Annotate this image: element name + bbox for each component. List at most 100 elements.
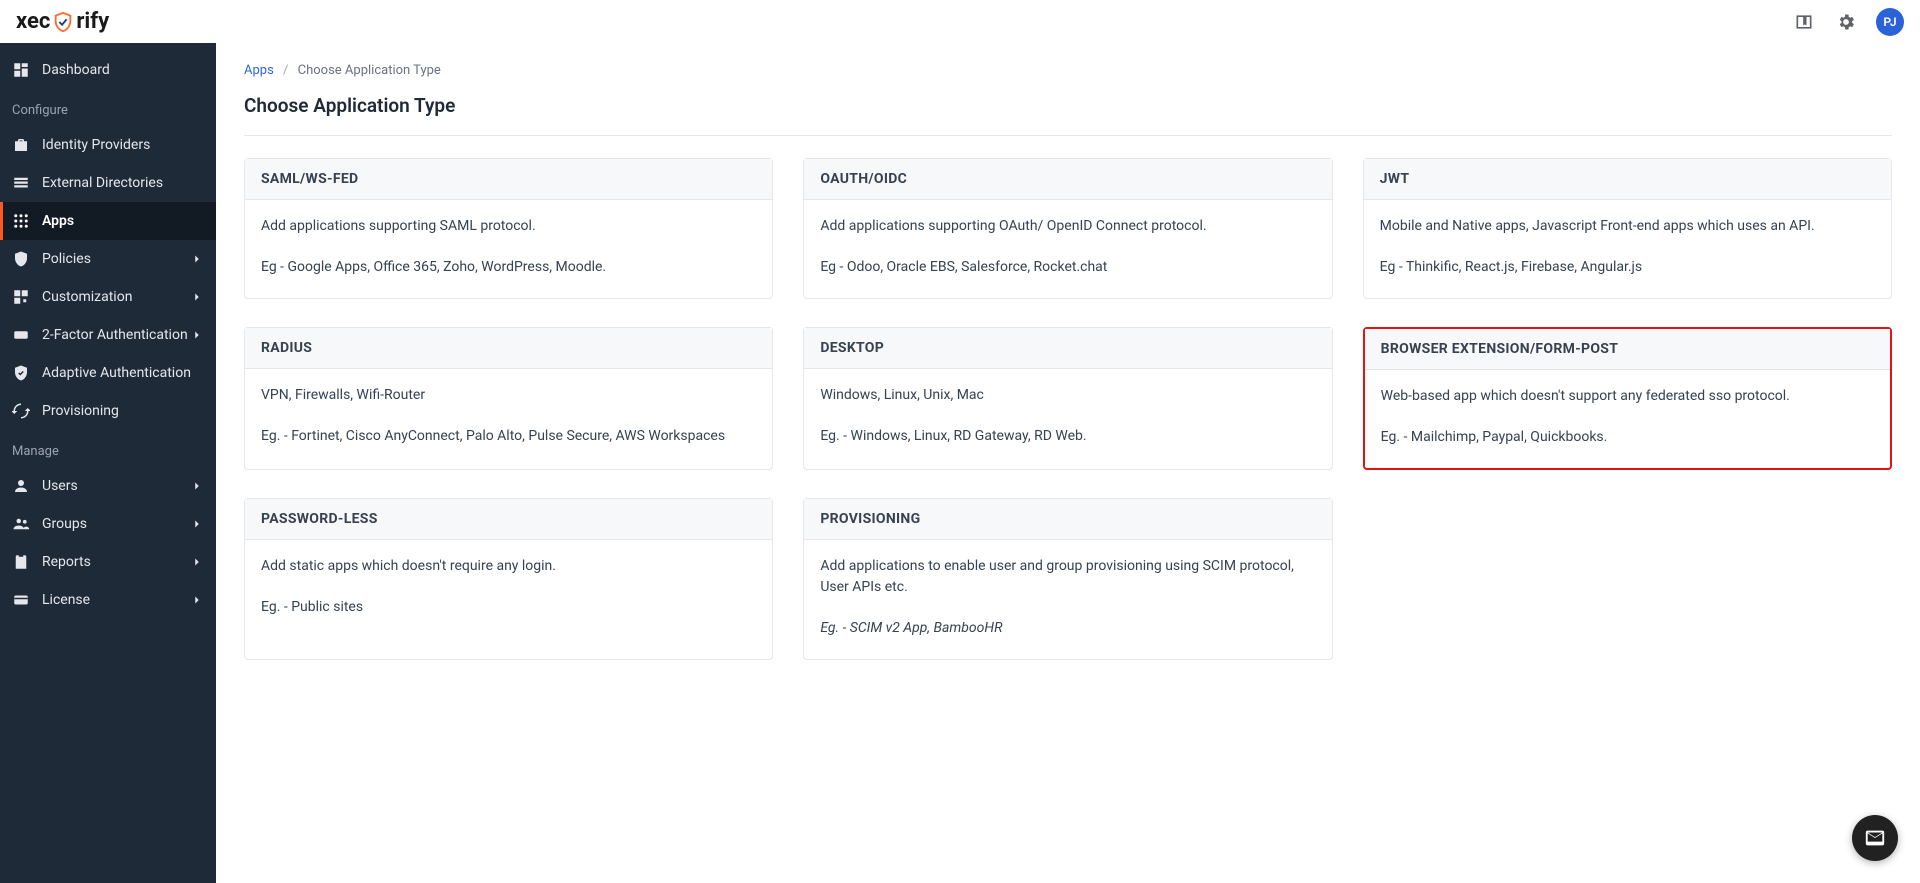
chat-fab[interactable] — [1852, 815, 1898, 861]
sidebar-item-policies[interactable]: Policies — [0, 240, 216, 278]
nav-label: Groups — [42, 516, 87, 532]
card-title: PASSWORD-LESS — [245, 499, 772, 540]
sidebar-item-license[interactable]: License — [0, 581, 216, 619]
page-divider — [244, 135, 1892, 136]
avatar-initials: PJ — [1883, 15, 1896, 29]
chevron-right-icon — [190, 593, 204, 607]
shield-check-icon — [12, 364, 30, 382]
card-desc: Web-based app which doesn't support any … — [1381, 386, 1874, 407]
brand-logo[interactable]: xec rify — [16, 9, 109, 34]
users-icon — [12, 515, 30, 533]
card-title: JWT — [1364, 159, 1891, 200]
card-oauth[interactable]: OAUTH/OIDC Add applications supporting O… — [803, 158, 1332, 299]
card-title: DESKTOP — [804, 328, 1331, 369]
sidebar-item-adaptive-auth[interactable]: Adaptive Authentication — [0, 354, 216, 392]
card-title: OAUTH/OIDC — [804, 159, 1331, 200]
chevron-right-icon — [190, 290, 204, 304]
breadcrumb-link-apps[interactable]: Apps — [244, 63, 274, 78]
sidebar-item-dashboard[interactable]: Dashboard — [0, 51, 216, 89]
card-desc: Add applications to enable user and grou… — [820, 556, 1315, 598]
shield-icon — [12, 250, 30, 268]
customize-icon — [12, 288, 30, 306]
card-title: SAML/WS-FED — [245, 159, 772, 200]
user-avatar[interactable]: PJ — [1876, 8, 1904, 36]
sync-icon — [12, 402, 30, 420]
nav-label: 2-Factor Authentication — [42, 327, 188, 343]
page-title: Choose Application Type — [244, 94, 1892, 117]
card-example: Eg. - Windows, Linux, RD Gateway, RD Web… — [820, 426, 1315, 447]
chevron-right-icon — [190, 252, 204, 266]
nav-label: Policies — [42, 251, 91, 267]
card-example: Eg. - SCIM v2 App, BambooHR — [820, 618, 1315, 639]
card-saml[interactable]: SAML/WS-FED Add applications supporting … — [244, 158, 773, 299]
list-icon — [12, 174, 30, 192]
card-desc: VPN, Firewalls, Wifi-Router — [261, 385, 756, 406]
brand-right: rify — [76, 9, 109, 34]
chevron-right-icon — [190, 328, 204, 342]
card-example: Eg - Thinkific, React.js, Firebase, Angu… — [1380, 257, 1875, 278]
card-desc: Mobile and Native apps, Javascript Front… — [1380, 216, 1875, 237]
gear-icon[interactable] — [1834, 10, 1858, 34]
card-jwt[interactable]: JWT Mobile and Native apps, Javascript F… — [1363, 158, 1892, 299]
card-desktop[interactable]: DESKTOP Windows, Linux, Unix, Mac Eg. - … — [803, 327, 1332, 470]
sidebar-item-users[interactable]: Users — [0, 467, 216, 505]
card-icon — [12, 591, 30, 609]
docs-icon[interactable] — [1792, 10, 1816, 34]
topbar: xec rify PJ — [0, 0, 1920, 43]
nav-label: Reports — [42, 554, 91, 570]
breadcrumb-current: Choose Application Type — [298, 63, 441, 78]
card-provisioning[interactable]: PROVISIONING Add applications to enable … — [803, 498, 1332, 660]
card-example: Eg. - Mailchimp, Paypal, Quickbooks. — [1381, 427, 1874, 448]
card-desc: Add applications supporting OAuth/ OpenI… — [820, 216, 1315, 237]
card-desc: Windows, Linux, Unix, Mac — [820, 385, 1315, 406]
card-radius[interactable]: RADIUS VPN, Firewalls, Wifi-Router Eg. -… — [244, 327, 773, 470]
nav-label: Identity Providers — [42, 137, 150, 153]
sidebar: Dashboard Configure Identity Providers E… — [0, 43, 216, 883]
card-example: Eg. - Fortinet, Cisco AnyConnect, Palo A… — [261, 426, 756, 447]
card-example: Eg - Google Apps, Office 365, Zoho, Word… — [261, 257, 756, 278]
sidebar-item-groups[interactable]: Groups — [0, 505, 216, 543]
nav-label: License — [42, 592, 90, 608]
sidebar-item-reports[interactable]: Reports — [0, 543, 216, 581]
sidebar-item-apps[interactable]: Apps — [0, 202, 216, 240]
breadcrumb-separator: / — [283, 63, 288, 78]
sidebar-item-provisioning[interactable]: Provisioning — [0, 392, 216, 430]
card-desc: Add static apps which doesn't require an… — [261, 556, 756, 577]
dashboard-icon — [12, 61, 30, 79]
sidebar-item-2fa[interactable]: 2-Factor Authentication — [0, 316, 216, 354]
mail-icon — [1864, 827, 1886, 849]
card-desc: Add applications supporting SAML protoco… — [261, 216, 756, 237]
apps-grid-icon — [12, 212, 30, 230]
breadcrumb: Apps / Choose Application Type — [244, 63, 1892, 78]
card-example: Eg - Odoo, Oracle EBS, Salesforce, Rocke… — [820, 257, 1315, 278]
shield-check-icon — [52, 11, 74, 33]
chevron-right-icon — [190, 555, 204, 569]
sidebar-item-external-directories[interactable]: External Directories — [0, 164, 216, 202]
sidebar-item-customization[interactable]: Customization — [0, 278, 216, 316]
nav-label: Dashboard — [42, 62, 110, 78]
card-passwordless[interactable]: PASSWORD-LESS Add static apps which does… — [244, 498, 773, 660]
briefcase-icon — [12, 136, 30, 154]
nav-label: Provisioning — [42, 403, 119, 419]
nav-label: Customization — [42, 289, 132, 305]
clipboard-icon — [12, 553, 30, 571]
card-example: Eg. - Public sites — [261, 597, 756, 618]
card-title: RADIUS — [245, 328, 772, 369]
app-type-grid: SAML/WS-FED Add applications supporting … — [244, 158, 1892, 660]
main-content: Apps / Choose Application Type Choose Ap… — [216, 43, 1920, 883]
card-title: BROWSER EXTENSION/FORM-POST — [1365, 329, 1890, 370]
2fa-icon — [12, 326, 30, 344]
nav-label: Apps — [42, 213, 74, 229]
nav-label: Adaptive Authentication — [42, 365, 191, 381]
nav-label: Users — [42, 478, 78, 494]
sidebar-section-configure: Configure — [0, 89, 216, 126]
brand-left: xec — [16, 9, 50, 34]
card-browser-extension[interactable]: BROWSER EXTENSION/FORM-POST Web-based ap… — [1363, 327, 1892, 470]
chevron-right-icon — [190, 517, 204, 531]
user-icon — [12, 477, 30, 495]
chevron-right-icon — [190, 479, 204, 493]
sidebar-item-identity-providers[interactable]: Identity Providers — [0, 126, 216, 164]
nav-label: External Directories — [42, 175, 163, 191]
sidebar-section-manage: Manage — [0, 430, 216, 467]
card-title: PROVISIONING — [804, 499, 1331, 540]
